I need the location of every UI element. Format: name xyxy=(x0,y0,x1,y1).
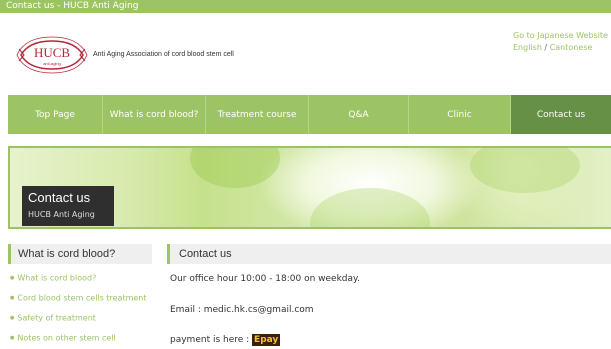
banner-leaf-shape xyxy=(470,148,580,193)
english-link[interactable]: English xyxy=(513,43,542,52)
japanese-site-link[interactable]: Go to Japanese Website xyxy=(513,31,608,40)
sidebar-heading: What is cord blood? xyxy=(8,244,152,264)
sidebar-item-safety[interactable]: Safety of treatment xyxy=(10,312,155,332)
nav-qa[interactable]: Q&A xyxy=(309,95,409,134)
office-hours-text: Our office hour 10:00 - 18:00 on weekday… xyxy=(170,274,360,284)
nav-top-page[interactable]: Top Page xyxy=(8,95,103,134)
site-header: HUCB anti-aging Anti Aging Association o… xyxy=(0,13,611,95)
language-links: Go to Japanese Website English / Cantone… xyxy=(513,30,608,54)
banner-leaf-shape xyxy=(310,188,430,227)
sidebar-item-other-stem-cell[interactable]: Notes on other stem cell xyxy=(10,332,155,349)
main-nav: Top Page What is cord blood? Treatment c… xyxy=(8,95,611,134)
page-title: Contact us xyxy=(167,244,611,264)
window-title: Contact us - HUCB Anti Aging xyxy=(6,1,139,11)
site-tagline: Anti Aging Association of cord blood ste… xyxy=(93,51,234,58)
page-banner: Contact us HUCB Anti Aging xyxy=(8,146,611,229)
hucb-logo[interactable]: HUCB anti-aging xyxy=(15,35,89,75)
nav-contact-us[interactable]: Contact us xyxy=(511,95,611,134)
nav-treatment-course[interactable]: Treatment course xyxy=(206,95,309,134)
nav-clinic[interactable]: Clinic xyxy=(409,95,511,134)
epay-button[interactable]: Epay xyxy=(252,334,281,346)
lang-separator: / xyxy=(541,43,550,52)
payment-line: payment is here : Epay xyxy=(170,334,281,346)
logo-subtext: anti-aging xyxy=(43,61,61,66)
window-title-bar: Contact us - HUCB Anti Aging xyxy=(0,0,611,13)
sidebar-item-stem-cells-treatment[interactable]: Cord blood stem cells treatment xyxy=(10,292,155,312)
cantonese-link[interactable]: Cantonese xyxy=(550,43,593,52)
sidebar-menu: What is cord blood? Cord blood stem cell… xyxy=(10,272,155,349)
logo-emblem-icon: HUCB anti-aging xyxy=(16,36,88,74)
logo-text: HUCB xyxy=(34,45,70,60)
payment-text: payment is here : xyxy=(170,335,253,345)
banner-leaf-shape xyxy=(190,148,280,188)
email-text: Email : medic.hk.cs@gmail.com xyxy=(170,305,314,315)
banner-title-box: Contact us HUCB Anti Aging xyxy=(22,186,114,226)
banner-title: Contact us xyxy=(28,190,91,205)
nav-what-is-cord-blood[interactable]: What is cord blood? xyxy=(103,95,206,134)
banner-subtitle: HUCB Anti Aging xyxy=(28,210,95,219)
sidebar-item-what-is-cord-blood[interactable]: What is cord blood? xyxy=(10,272,155,292)
